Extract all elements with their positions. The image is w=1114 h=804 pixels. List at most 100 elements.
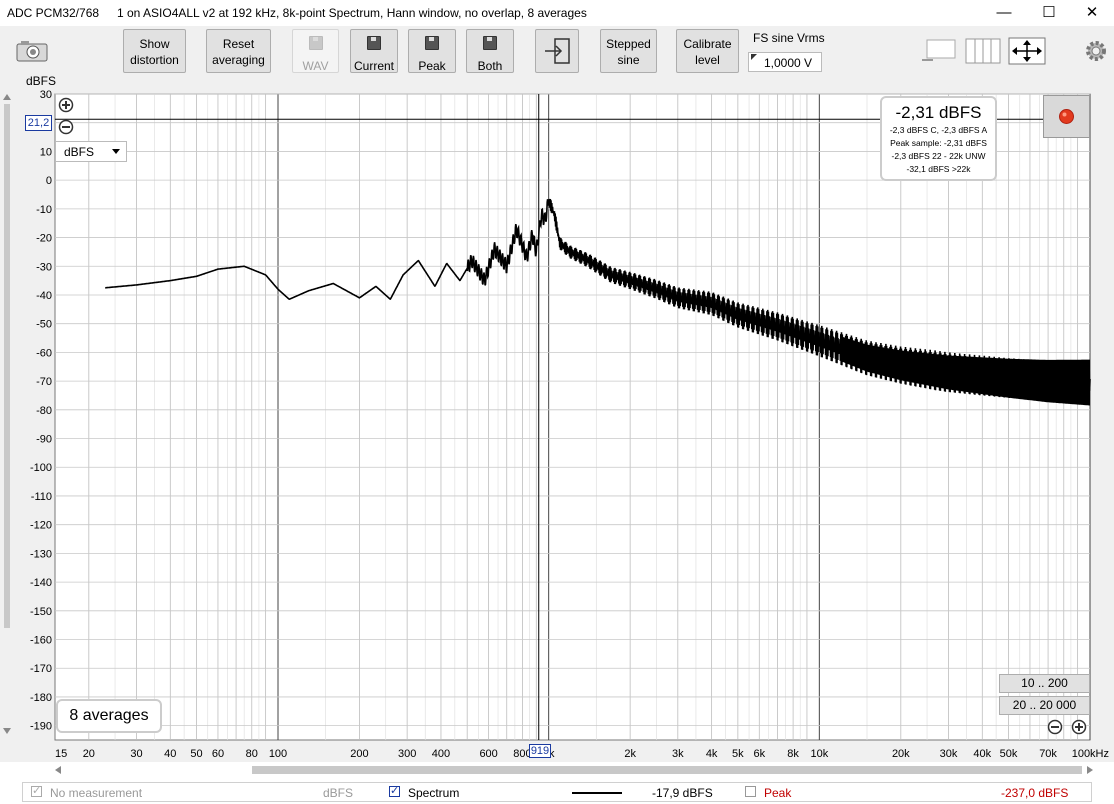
close-button[interactable]: ✕ <box>1070 0 1114 26</box>
unit-dropdown[interactable]: dBFS <box>55 141 127 162</box>
x-tick-label: 30k <box>940 748 958 760</box>
import-button[interactable] <box>535 29 579 73</box>
peak-level-value: -237,0 dBFS <box>1001 786 1069 800</box>
level-readout: -2,31 dBFS -2,3 dBFS C, -2,3 dBFS A Peak… <box>880 96 997 181</box>
range-20-20000-button[interactable]: 20 .. 20 000 <box>999 696 1090 715</box>
x-tick-label: 300 <box>398 748 416 760</box>
x-tick-labels: 152030405060801002003004006008001k2k3k4k… <box>55 748 1109 760</box>
x-tick-label: 600 <box>479 748 497 760</box>
y-tick-label: -50 <box>36 319 52 331</box>
show-distortion-button[interactable]: Show distortion <box>123 29 186 73</box>
x-tick-label: 100kHz <box>1072 748 1109 760</box>
range-10-200-button[interactable]: 10 .. 200 <box>999 674 1090 693</box>
x-tick-label: 100 <box>269 748 287 760</box>
plot-background <box>54 93 1091 741</box>
status-unit-label: dBFS <box>323 786 354 800</box>
save-peak-button[interactable]: Peak <box>408 29 456 73</box>
fs-sine-input[interactable]: 1,0000 V <box>748 52 822 72</box>
y-tick-label: -140 <box>30 577 52 589</box>
save-icon <box>308 36 323 50</box>
maximize-button[interactable]: ☐ <box>1027 0 1071 26</box>
checkmark-icon: ✓ <box>32 785 42 797</box>
x-tick-label: 400 <box>432 748 450 760</box>
y-tick-label: -110 <box>31 491 52 503</box>
minimize-button[interactable]: — <box>982 0 1026 26</box>
no-measurement-label: No measurement <box>50 786 143 800</box>
graph-layout-icon[interactable] <box>921 38 959 64</box>
x-tick-label: 60 <box>212 748 224 760</box>
y-tick-label: -20 <box>36 233 52 245</box>
import-icon <box>545 38 570 64</box>
save-icon <box>483 36 497 50</box>
y-tick-label: -40 <box>36 290 52 302</box>
x-tick-label: 70k <box>1039 748 1057 760</box>
readout-main-value: -2,31 dBFS <box>895 103 982 122</box>
y-tick-label: -80 <box>36 405 52 417</box>
record-icon <box>1059 109 1074 124</box>
x-tick-label: 200 <box>350 748 368 760</box>
cursor-level-tag: 21,2 <box>25 115 52 131</box>
x-tick-label: 30 <box>130 748 142 760</box>
y-tick-label: 0 <box>46 175 52 187</box>
y-tick-label: -60 <box>36 347 52 359</box>
zoom-in-icon[interactable] <box>58 97 74 113</box>
y-tick-label: -150 <box>30 606 52 618</box>
x-zoom-out-icon[interactable] <box>1047 719 1063 735</box>
x-tick-label: 50k <box>1000 748 1018 760</box>
x-tick-label: 40 <box>164 748 176 760</box>
calibrate-level-button[interactable]: Calibrate level <box>676 29 739 73</box>
x-tick-label: 40k <box>973 748 991 760</box>
x-tick-label: 20 <box>83 748 95 760</box>
status-bar: ✓ No measurement dBFS ✓ Spectrum -17,9 d… <box>22 782 1092 802</box>
stepped-sine-button[interactable]: Stepped sine <box>600 29 657 73</box>
y-tick-label: -170 <box>30 663 52 675</box>
panel-layout-icon[interactable] <box>964 38 1002 64</box>
reset-averaging-button[interactable]: Reset averaging <box>206 29 271 73</box>
y-tick-label: -130 <box>30 548 52 560</box>
spectrum-legend-line <box>572 792 622 794</box>
save-both-button[interactable]: Both <box>466 29 514 73</box>
toolbar: Show distortion Reset averaging WAV Curren… <box>0 26 1114 76</box>
x-zoom-in-icon[interactable] <box>1071 719 1087 735</box>
title-bar: ADC PCM32/768 1 on ASIO4ALL v2 at 192 kH… <box>0 0 1114 26</box>
y-tick-label: -180 <box>30 692 52 704</box>
x-tick-label: 4k <box>706 748 718 760</box>
x-tick-label: 8k <box>787 748 799 760</box>
y-tick-label: 30 <box>40 90 52 101</box>
y-tick-label: -100 <box>30 462 52 474</box>
record-button[interactable] <box>1043 95 1090 138</box>
y-tick-label: 10 <box>40 146 52 158</box>
chevron-down-icon <box>112 149 120 154</box>
y-tick-label: -160 <box>30 635 52 647</box>
app-title: ADC PCM32/768 <box>7 6 100 20</box>
camera-icon[interactable] <box>16 40 48 62</box>
spectrum-chart[interactable]: 3020100-10-20-30-40-50-60-70-80-90-100-1… <box>0 90 1114 762</box>
zoom-out-icon[interactable] <box>58 119 74 135</box>
save-icon <box>425 36 439 50</box>
window-subtitle: 1 on ASIO4ALL v2 at 192 kHz, 8k-point Sp… <box>117 6 587 20</box>
y-tick-label: -90 <box>36 434 52 446</box>
cursor-frequency-tag: 919 <box>529 744 551 758</box>
horizontal-scrollbar[interactable] <box>55 764 1093 776</box>
readout-line-2: Peak sample: -2,31 dBFS <box>890 138 987 148</box>
x-tick-label: 15 <box>55 748 67 760</box>
x-tick-label: 50 <box>190 748 202 760</box>
peak-label: Peak <box>764 786 792 800</box>
x-tick-label: 5k <box>732 748 744 760</box>
pan-move-icon[interactable] <box>1008 37 1046 65</box>
y-tick-labels: 3020100-10-20-30-40-50-60-70-80-90-100-1… <box>30 90 52 733</box>
averages-counter: 8 averages <box>56 699 162 733</box>
x-tick-label: 2k <box>624 748 636 760</box>
save-icon <box>367 36 381 50</box>
peak-checkbox[interactable] <box>745 786 756 797</box>
y-tick-label: -120 <box>30 520 52 532</box>
wav-button[interactable]: WAV <box>292 29 339 73</box>
save-current-button[interactable]: Current <box>350 29 398 73</box>
spin-corner-icon <box>751 54 757 60</box>
settings-gear-icon[interactable] <box>1084 39 1108 63</box>
y-axis-unit-label: dBFS <box>26 74 57 88</box>
y-tick-label: -190 <box>30 721 52 733</box>
x-tick-label: 3k <box>672 748 684 760</box>
x-tick-label: 20k <box>892 748 910 760</box>
spectrum-level-value: -17,9 dBFS <box>652 786 713 800</box>
